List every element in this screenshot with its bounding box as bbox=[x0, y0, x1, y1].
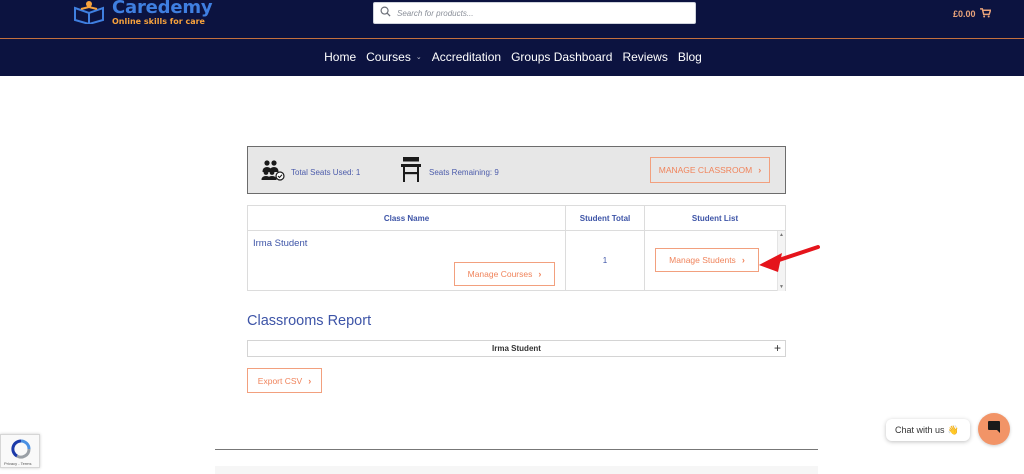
classrooms-report-title: Classrooms Report bbox=[247, 313, 372, 329]
chevron-right-icon: › bbox=[741, 255, 745, 265]
brand-tagline: Online skills for care bbox=[112, 17, 205, 26]
chat-label: Chat with us bbox=[895, 425, 945, 435]
nav-item-groups-dashboard[interactable]: Groups Dashboard bbox=[511, 50, 612, 64]
header-divider bbox=[0, 38, 1024, 39]
class-name: Irma Student bbox=[253, 238, 308, 249]
seats-used-text: Total Seats Used: 1 bbox=[291, 168, 361, 177]
nav-item-blog[interactable]: Blog bbox=[678, 50, 702, 64]
seats-remaining-group: Seats Remaining: 9 bbox=[401, 157, 499, 188]
chevron-right-icon: › bbox=[308, 375, 312, 386]
student-total: 1 bbox=[602, 256, 608, 265]
scroll-down-icon[interactable]: ▼ bbox=[779, 284, 784, 290]
scroll-up-icon[interactable]: ▲ bbox=[779, 232, 784, 238]
student-total-cell: 1 bbox=[565, 230, 645, 291]
school-desk-icon bbox=[401, 157, 421, 188]
report-accordion[interactable]: Irma Student + bbox=[247, 340, 786, 357]
main-nav: Home Courses ⌄ Accreditation Groups Dash… bbox=[0, 50, 1024, 64]
manage-students-label: Manage Students bbox=[669, 255, 736, 265]
seats-remaining-text: Seats Remaining: 9 bbox=[429, 168, 499, 177]
footer-divider bbox=[215, 449, 818, 450]
cart-total: £0.00 bbox=[953, 9, 976, 19]
nav-item-courses[interactable]: Courses ⌄ bbox=[366, 50, 422, 64]
search-input[interactable]: Search for products... bbox=[373, 2, 696, 24]
cart-link[interactable]: £0.00 bbox=[953, 8, 992, 20]
chat-bubble-icon bbox=[987, 420, 1001, 439]
seats-used-group: Total Seats Used: 1 bbox=[261, 159, 360, 186]
site-header: Caredemy Online skills for care Search f… bbox=[0, 0, 1024, 76]
manage-courses-label: Manage Courses bbox=[467, 269, 533, 279]
recaptcha-badge[interactable]: Privacy - Terms bbox=[0, 434, 40, 468]
manage-classroom-button[interactable]: MANAGE CLASSROOM › bbox=[650, 157, 770, 183]
red-arrow-icon bbox=[758, 244, 820, 281]
plus-icon[interactable]: + bbox=[774, 341, 781, 355]
manage-courses-button[interactable]: Manage Courses › bbox=[454, 262, 555, 286]
col-class-name: Class Name bbox=[247, 205, 566, 231]
nav-item-home[interactable]: Home bbox=[324, 50, 356, 64]
manage-classroom-label: MANAGE CLASSROOM bbox=[658, 165, 753, 175]
site-logo[interactable]: Caredemy Online skills for care bbox=[72, 0, 213, 28]
cart-icon bbox=[979, 8, 992, 20]
chevron-down-icon: ⌄ bbox=[415, 54, 422, 61]
footer-strip bbox=[215, 466, 818, 474]
logo-book-icon bbox=[72, 0, 106, 26]
brand-name: Caredemy bbox=[112, 0, 213, 18]
search-icon bbox=[380, 4, 391, 22]
table-header-row: Class Name Student Total Student List bbox=[247, 205, 786, 231]
manage-students-button[interactable]: Manage Students › bbox=[655, 248, 759, 272]
chat-with-us-label[interactable]: Chat with us 👋 bbox=[886, 419, 970, 441]
chevron-right-icon: › bbox=[538, 269, 542, 279]
search-placeholder: Search for products... bbox=[397, 8, 474, 18]
recaptcha-terms[interactable]: Privacy - Terms bbox=[4, 461, 31, 466]
class-table: Class Name Student Total Student List Ir… bbox=[247, 205, 786, 291]
col-student-total: Student Total bbox=[565, 205, 645, 231]
nav-item-reviews[interactable]: Reviews bbox=[622, 50, 667, 64]
nav-item-courses-label: Courses bbox=[366, 50, 411, 64]
export-csv-label: Export CSV bbox=[257, 375, 303, 386]
nav-item-accreditation[interactable]: Accreditation bbox=[432, 50, 501, 64]
seats-summary: Total Seats Used: 1 Seats Remaining: 9 M… bbox=[247, 146, 786, 194]
chevron-right-icon: › bbox=[758, 165, 762, 175]
students-group-icon bbox=[261, 159, 285, 186]
chat-launcher-button[interactable] bbox=[978, 413, 1010, 445]
table-row: Irma Student Manage Courses › 1 Manage S… bbox=[247, 230, 786, 291]
class-name-cell: Irma Student Manage Courses › bbox=[247, 230, 566, 291]
export-csv-button[interactable]: Export CSV › bbox=[247, 368, 322, 393]
waving-hand-icon: 👋 bbox=[947, 424, 959, 435]
accordion-label: Irma Student bbox=[492, 344, 541, 353]
col-student-list: Student List bbox=[644, 205, 786, 231]
